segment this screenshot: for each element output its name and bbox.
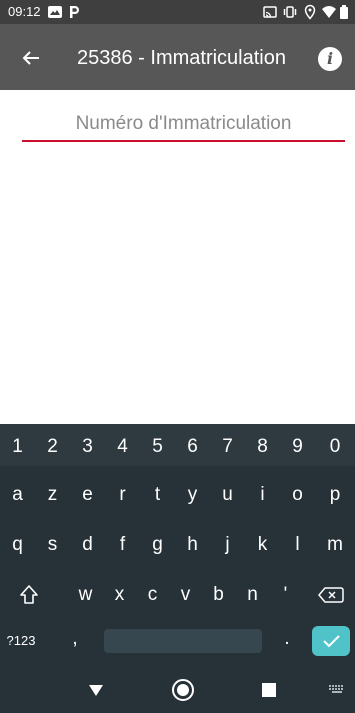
key-n[interactable]: n [235, 574, 270, 616]
key-9[interactable]: 9 [280, 424, 315, 466]
status-bar: 09:12 [0, 0, 355, 24]
key-k[interactable]: k [245, 524, 280, 566]
key-3[interactable]: 3 [70, 424, 105, 466]
key-d[interactable]: d [70, 524, 105, 566]
key-o[interactable]: o [280, 474, 315, 516]
key-a[interactable]: a [0, 474, 35, 516]
screen: 09:12 25386 - Immatriculation i Numéro d… [0, 0, 355, 713]
battery-icon [338, 4, 350, 20]
key-v[interactable]: v [168, 574, 203, 616]
navigation-bar [0, 666, 355, 713]
key-j[interactable]: j [210, 524, 245, 566]
key-4[interactable]: 4 [105, 424, 140, 466]
key-c[interactable]: c [135, 574, 170, 616]
vibrate-icon [282, 4, 298, 20]
key-g[interactable]: g [140, 524, 175, 566]
recents-square-icon [262, 683, 276, 697]
arrow-left-icon [22, 51, 39, 65]
registration-input[interactable] [22, 108, 345, 142]
home-circle-icon [172, 679, 194, 701]
key-i[interactable]: i [245, 474, 280, 516]
location-icon [302, 4, 318, 20]
key-1[interactable]: 1 [0, 424, 35, 466]
status-time: 09:12 [8, 4, 41, 19]
space-key[interactable] [104, 629, 262, 653]
key-z[interactable]: z [35, 474, 70, 516]
key-2[interactable]: 2 [35, 424, 70, 466]
nav-home-button[interactable] [171, 678, 195, 702]
info-button[interactable]: i [318, 47, 342, 71]
key-m[interactable]: m [315, 524, 355, 566]
wifi-icon [321, 4, 337, 20]
period-key[interactable]: . [272, 618, 302, 660]
nav-back-button[interactable] [86, 680, 106, 700]
key-y[interactable]: y [175, 474, 210, 516]
key-7[interactable]: 7 [210, 424, 245, 466]
key-8[interactable]: 8 [245, 424, 280, 466]
key-x[interactable]: x [102, 574, 137, 616]
key-apostrophe[interactable]: ' [268, 574, 303, 616]
key-b[interactable]: b [201, 574, 236, 616]
page-title: 25386 - Immatriculation [77, 47, 286, 69]
comma-key[interactable]: , [60, 618, 90, 660]
key-r[interactable]: r [105, 474, 140, 516]
key-5[interactable]: 5 [140, 424, 175, 466]
keyboard: 1 2 3 4 5 6 7 8 9 0 a z e r t y u i o p … [0, 424, 355, 666]
backspace-key[interactable] [310, 574, 354, 616]
registration-field [22, 108, 345, 144]
key-6[interactable]: 6 [175, 424, 210, 466]
back-button[interactable] [17, 44, 45, 72]
key-e[interactable]: e [70, 474, 105, 516]
key-q[interactable]: q [0, 524, 35, 566]
app-bar: 25386 - Immatriculation i [0, 24, 355, 90]
keyboard-switch-button[interactable] [328, 682, 346, 698]
key-0[interactable]: 0 [315, 424, 355, 466]
checkmark-icon [323, 635, 340, 648]
backspace-icon [318, 587, 344, 603]
key-w[interactable]: w [68, 574, 103, 616]
shift-key[interactable] [5, 574, 53, 616]
enter-key[interactable] [312, 626, 350, 656]
parking-p-icon [66, 4, 82, 20]
key-u[interactable]: u [210, 474, 245, 516]
key-f[interactable]: f [105, 524, 140, 566]
keyboard-switch-icon [329, 685, 343, 693]
key-h[interactable]: h [175, 524, 210, 566]
cast-icon [262, 4, 278, 20]
key-l[interactable]: l [280, 524, 315, 566]
key-s[interactable]: s [35, 524, 70, 566]
symbols-key[interactable]: ?123 [3, 623, 39, 659]
photos-icon [47, 4, 63, 20]
info-icon: i [326, 49, 334, 68]
key-p[interactable]: p [315, 474, 355, 516]
back-triangle-icon [89, 685, 103, 696]
shift-icon [20, 585, 38, 604]
nav-recents-button[interactable] [259, 680, 279, 700]
key-t[interactable]: t [140, 474, 175, 516]
